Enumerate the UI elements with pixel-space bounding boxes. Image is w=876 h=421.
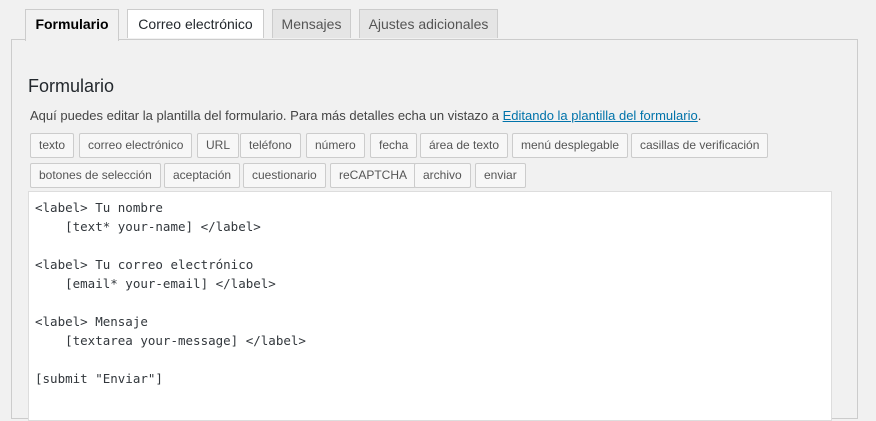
tab-bar: Formulario Correo electrónico Mensajes A…	[0, 0, 876, 41]
form-template-editor[interactable]: <label> Tu nombre [text* your-name] </la…	[28, 191, 832, 421]
tag-button-correo-electronico[interactable]: correo electrónico	[79, 133, 193, 158]
tag-button-casillas-de-verificacion[interactable]: casillas de verificación	[631, 133, 769, 158]
tag-button-menu-desplegable[interactable]: menú desplegable	[512, 133, 629, 158]
panel-description: Aquí puedes editar la plantilla del form…	[30, 108, 701, 123]
description-text: Aquí puedes editar la plantilla del form…	[30, 108, 503, 123]
tag-button-recaptcha[interactable]: reCAPTCHA	[330, 163, 417, 188]
tag-button-area-de-texto[interactable]: área de texto	[420, 133, 509, 158]
tag-button-enviar[interactable]: enviar	[475, 163, 526, 188]
tag-button-cuestionario[interactable]: cuestionario	[243, 163, 326, 188]
tab-ajustes-adicionales[interactable]: Ajustes adicionales	[359, 9, 498, 38]
description-link[interactable]: Editando la plantilla del formulario	[503, 108, 698, 123]
tab-mensajes[interactable]: Mensajes	[272, 9, 351, 38]
tab-correo-electronico[interactable]: Correo electrónico	[127, 9, 264, 38]
tag-button-fecha[interactable]: fecha	[370, 133, 418, 158]
tab-formulario[interactable]: Formulario	[25, 9, 119, 41]
tag-button-telefono[interactable]: teléfono	[240, 133, 301, 158]
panel-title: Formulario	[28, 76, 115, 96]
tag-button-archivo[interactable]: archivo	[414, 163, 471, 188]
description-suffix: .	[697, 108, 702, 123]
tag-button-numero[interactable]: número	[306, 133, 365, 158]
tag-button-botones-de-seleccion[interactable]: botones de selección	[30, 163, 161, 188]
tag-button-url[interactable]: URL	[197, 133, 240, 158]
tag-button-texto[interactable]: texto	[30, 133, 75, 158]
tag-button-aceptacion[interactable]: aceptación	[164, 163, 241, 188]
